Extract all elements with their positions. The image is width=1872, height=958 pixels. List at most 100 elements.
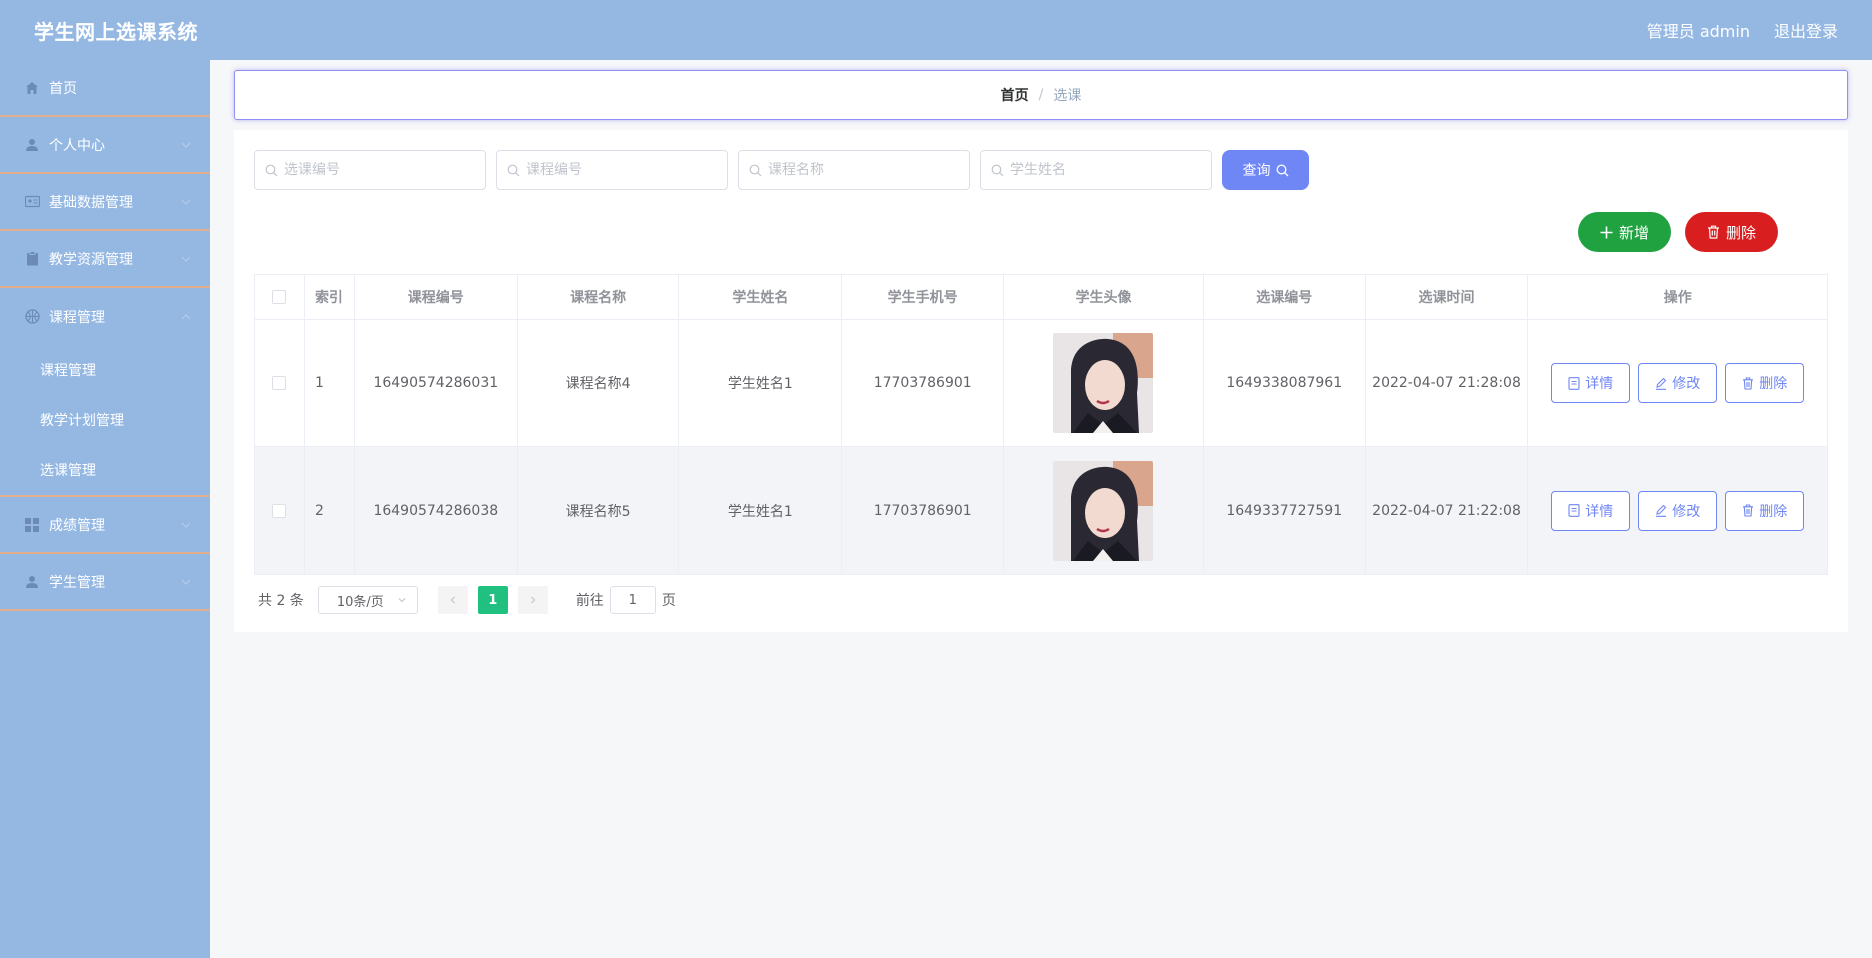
- sidebar-item-course-management[interactable]: 课程管理: [0, 288, 210, 345]
- sidebar-item-basic-data[interactable]: 基础数据管理: [0, 174, 210, 231]
- search-field-student-name[interactable]: [980, 150, 1212, 190]
- detail-button[interactable]: 详情: [1551, 363, 1631, 403]
- sidebar: 首页 个人中心 基础数据管理 教学资源管理 课程管理 课程管理 教学计划管理 选…: [0, 60, 210, 958]
- logout-button[interactable]: 退出登录: [1774, 18, 1838, 42]
- search-field-selection-code[interactable]: [254, 150, 486, 190]
- course-code-input[interactable]: [526, 162, 716, 178]
- header-course-name: 课程名称: [518, 275, 680, 319]
- cell-student-name: 学生姓名1: [679, 447, 843, 574]
- search-icon: [507, 164, 520, 176]
- breadcrumb-home-link[interactable]: 首页: [1001, 85, 1029, 105]
- batch-delete-button[interactable]: 删除: [1685, 212, 1778, 252]
- edit-button-label: 修改: [1672, 503, 1701, 520]
- cell-index: 2: [305, 447, 355, 574]
- delete-button[interactable]: 删除: [1725, 363, 1805, 403]
- search-icon: [749, 164, 762, 176]
- detail-button[interactable]: 详情: [1551, 490, 1631, 531]
- header-student-name: 学生姓名: [679, 275, 843, 319]
- top-bar: 学生网上选课系统 管理员 admin 退出登录: [0, 0, 1872, 60]
- chevron-up-icon: [181, 313, 191, 319]
- table-row: 2 16490574286038 课程名称5 学生姓名1 17703786901: [255, 447, 1827, 574]
- cell-course-name: 课程名称5: [518, 447, 680, 574]
- sidebar-item-label: 个人中心: [49, 137, 105, 154]
- sidebar-item-label: 成绩管理: [49, 517, 105, 534]
- add-button[interactable]: 新增: [1578, 212, 1671, 252]
- cell-selection-code: 1649337727591: [1204, 447, 1366, 574]
- chevron-down-icon: [181, 579, 191, 585]
- page-size-select[interactable]: 10条/页: [317, 586, 418, 614]
- trash-icon: [1707, 225, 1719, 239]
- sidebar-subitem-course-selection[interactable]: 选课管理: [0, 445, 210, 495]
- page-number-active[interactable]: 1: [477, 586, 508, 614]
- sidebar-item-personal-center[interactable]: 个人中心: [0, 117, 210, 174]
- sidebar-subitem-teaching-plan[interactable]: 教学计划管理: [0, 395, 210, 445]
- header-user-area: 管理员 admin 退出登录: [1647, 18, 1838, 42]
- pagination: 共 2 条 10条/页 1 前往 页: [258, 586, 676, 614]
- selection-code-input[interactable]: [284, 162, 474, 178]
- document-icon: [1568, 376, 1580, 390]
- course-name-input[interactable]: [768, 162, 958, 178]
- cell-course-code: 16490574286031: [355, 320, 518, 446]
- goto-page-input[interactable]: [609, 586, 656, 614]
- row-checkbox[interactable]: [272, 503, 287, 518]
- goto-suffix: 页: [661, 593, 676, 609]
- cell-student-phone: 17703786901: [842, 320, 1005, 446]
- chevron-down-icon: [181, 142, 191, 148]
- header-student-phone: 学生手机号: [842, 275, 1005, 319]
- cell-operations: 详情 修改 删除: [1528, 447, 1827, 574]
- edit-button[interactable]: 修改: [1638, 363, 1718, 403]
- user-icon: [24, 137, 40, 153]
- sidebar-item-student-management[interactable]: 学生管理: [0, 554, 210, 611]
- home-icon: [24, 80, 40, 96]
- select-all-checkbox[interactable]: [272, 290, 287, 304]
- next-page-button[interactable]: [517, 586, 548, 614]
- clipboard-icon: [24, 251, 40, 267]
- basketball-icon: [24, 309, 40, 325]
- search-field-course-code[interactable]: [496, 150, 728, 190]
- breadcrumb: 首页 / 选课: [234, 70, 1848, 120]
- page-size-value: 10条/页: [336, 594, 384, 610]
- cell-student-phone: 17703786901: [842, 447, 1005, 574]
- delete-button[interactable]: 删除: [1725, 490, 1805, 531]
- sidebar-subitem-course[interactable]: 课程管理: [0, 345, 210, 395]
- edit-button[interactable]: 修改: [1638, 490, 1718, 531]
- search-field-course-name[interactable]: [738, 150, 970, 190]
- prev-page-button[interactable]: [437, 586, 468, 614]
- student-name-input[interactable]: [1010, 162, 1200, 178]
- table-row: 1 16490574286031 课程名称4 学生姓名1 17703786901: [255, 320, 1827, 447]
- sidebar-item-label: 基础数据管理: [49, 194, 133, 211]
- search-icon: [1276, 164, 1288, 176]
- query-button[interactable]: 查询: [1222, 150, 1309, 190]
- header-course-code: 课程编号: [355, 275, 518, 319]
- document-icon: [1568, 504, 1580, 517]
- grid-icon: [24, 517, 40, 533]
- delete-button-label: 删除: [1759, 376, 1788, 392]
- chevron-down-icon: [398, 598, 406, 603]
- student-avatar-image[interactable]: [1053, 333, 1154, 433]
- edit-button-label: 修改: [1672, 376, 1701, 392]
- goto-prefix: 前往: [575, 593, 604, 609]
- table-header: 索引 课程编号 课程名称 学生姓名 学生手机号 学生头像 选课编号 选课时间 操…: [255, 275, 1827, 320]
- app-title: 学生网上选课系统: [34, 19, 198, 44]
- header-checkbox-cell: [255, 275, 305, 319]
- trash-icon: [1743, 376, 1754, 390]
- cell-student-avatar: [1004, 320, 1204, 446]
- chevron-down-icon: [181, 199, 191, 205]
- row-checkbox[interactable]: [272, 376, 287, 390]
- cell-operations: 详情 修改 删除: [1528, 320, 1827, 446]
- main-content: 查询 新增 删除 索引 课程编号 课程名称 学生姓名 学生手机号 学生头像 选课…: [234, 130, 1848, 632]
- query-button-label: 查询: [1242, 163, 1271, 179]
- student-avatar-image[interactable]: [1053, 460, 1154, 561]
- row-checkbox-cell: [255, 320, 305, 446]
- pencil-icon: [1656, 377, 1667, 390]
- sidebar-item-teaching-resources[interactable]: 教学资源管理: [0, 231, 210, 288]
- breadcrumb-separator: /: [1038, 87, 1044, 103]
- plus-icon: [1600, 226, 1613, 238]
- detail-button-label: 详情: [1585, 376, 1614, 392]
- sidebar-item-grade-management[interactable]: 成绩管理: [0, 497, 210, 554]
- header-student-avatar: 学生头像: [1004, 275, 1204, 319]
- cell-selection-time: 2022-04-07 21:28:08: [1366, 320, 1529, 446]
- cell-student-avatar: [1004, 447, 1204, 574]
- sidebar-item-home[interactable]: 首页: [0, 60, 210, 117]
- admin-user-label[interactable]: 管理员 admin: [1647, 18, 1750, 42]
